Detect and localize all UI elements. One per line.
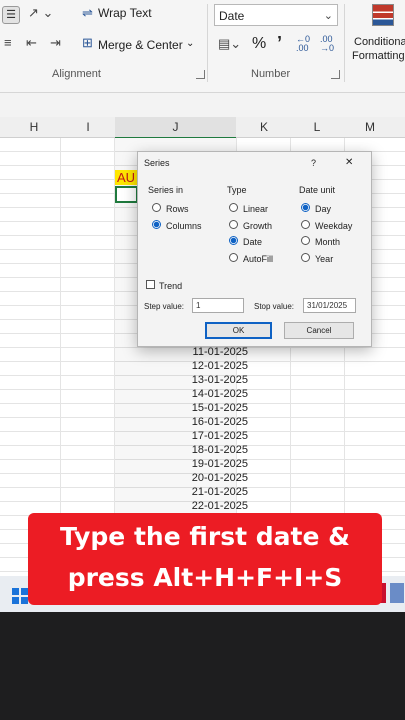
active-cell[interactable] [115, 186, 138, 203]
date-cell[interactable]: 16-01-2025 [160, 415, 248, 429]
comma-style-button[interactable]: ’ [277, 33, 282, 54]
caption-line-2: press Alt+H+F+I+S [67, 563, 343, 592]
ribbon: ☰ ↗ ⌄ ⇌ Wrap Text ≡ ⇤ ⇥ ⊞ Merge & Center… [0, 0, 405, 93]
stop-value-input[interactable]: 31/01/2025 [303, 298, 356, 313]
merge-center-button[interactable]: Merge & Center [98, 38, 183, 52]
linear-label[interactable]: Linear [243, 204, 268, 214]
date-cell[interactable]: 22-01-2025 [160, 499, 248, 513]
increase-decimal-icon[interactable]: ←0.00 [296, 35, 310, 53]
number-launcher-icon[interactable] [331, 70, 340, 79]
decrease-decimal-icon[interactable]: .00 →0 [320, 35, 334, 53]
month-label[interactable]: Month [315, 237, 340, 247]
trend-label[interactable]: Trend [159, 281, 182, 291]
help-icon[interactable]: ? [311, 158, 316, 168]
column-header-i[interactable]: I [74, 120, 102, 134]
column-headers: H I J K L M [0, 117, 405, 139]
growth-label[interactable]: Growth [243, 221, 272, 231]
stop-value-label: Stop value: [254, 302, 295, 311]
linear-radio[interactable] [229, 203, 238, 212]
align-center-icon[interactable]: ≡ [4, 35, 12, 50]
date-column: 11-01-2025 12-01-2025 13-01-2025 14-01-2… [160, 345, 248, 513]
autofill-radio[interactable] [229, 253, 238, 262]
date-cell[interactable]: 21-01-2025 [160, 485, 248, 499]
cancel-button[interactable]: Cancel [284, 322, 354, 339]
merge-dropdown-icon[interactable]: ⌄ [186, 38, 194, 49]
screen-bezel [0, 612, 405, 720]
decrease-indent-icon[interactable]: ⇤ [26, 35, 37, 51]
number-format-dropdown[interactable]: Date ⌄ [214, 4, 338, 26]
percent-style-button[interactable]: % [252, 35, 266, 53]
alignment-group-label: Alignment [52, 68, 101, 80]
caption-line-1: Type the first date & [60, 522, 350, 551]
month-radio[interactable] [301, 236, 310, 245]
formula-bar-area [0, 93, 405, 117]
step-value-label: Step value: [144, 302, 185, 311]
close-icon[interactable]: ✕ [345, 157, 353, 168]
column-header-l[interactable]: L [303, 120, 331, 134]
day-label[interactable]: Day [315, 204, 331, 214]
dialog-title: Series [144, 158, 170, 168]
conditional-formatting-label-1[interactable]: Conditiona [354, 36, 405, 48]
date-cell[interactable]: 15-01-2025 [160, 401, 248, 415]
conditional-formatting-label-2[interactable]: Formatting [352, 50, 405, 62]
column-header-j[interactable]: J [115, 117, 236, 139]
type-label: Type [227, 185, 247, 195]
year-label[interactable]: Year [315, 254, 333, 264]
taskbar-app-icon[interactable] [390, 583, 404, 603]
date-cell[interactable]: 11-01-2025 [160, 345, 248, 359]
group-divider [207, 4, 208, 82]
date-cell[interactable]: 17-01-2025 [160, 429, 248, 443]
windows-start-icon[interactable] [12, 588, 28, 604]
date-label[interactable]: Date [243, 237, 262, 247]
column-header-m[interactable]: M [356, 120, 384, 134]
step-value-input[interactable]: 1 [192, 298, 244, 313]
conditional-formatting-icon[interactable] [372, 4, 394, 26]
weekday-label[interactable]: Weekday [315, 221, 352, 231]
series-dialog: Series ? ✕ Series in Rows Columns Type L… [137, 151, 372, 347]
rows-label[interactable]: Rows [166, 204, 189, 214]
date-cell[interactable]: 19-01-2025 [160, 457, 248, 471]
date-cell[interactable]: 12-01-2025 [160, 359, 248, 373]
series-in-label: Series in [148, 185, 184, 195]
ok-button[interactable]: OK [205, 322, 272, 339]
trend-checkbox[interactable] [146, 280, 155, 289]
orientation-icon[interactable]: ↗ ⌄ [28, 5, 53, 21]
accounting-format-icon[interactable]: ▤⌄ [218, 36, 241, 52]
date-cell[interactable]: 14-01-2025 [160, 387, 248, 401]
autofill-label[interactable]: AutoFill [243, 254, 273, 264]
align-middle-icon[interactable]: ☰ [2, 6, 20, 24]
date-cell[interactable]: 18-01-2025 [160, 443, 248, 457]
column-header-k[interactable]: K [250, 120, 278, 134]
columns-radio[interactable] [152, 220, 161, 229]
chevron-down-icon: ⌄ [323, 10, 333, 22]
wrap-text-button[interactable]: Wrap Text [98, 6, 152, 20]
column-header-h[interactable]: H [20, 120, 48, 134]
date-radio[interactable] [229, 236, 238, 245]
weekday-radio[interactable] [301, 220, 310, 229]
day-radio[interactable] [301, 203, 310, 212]
increase-indent-icon[interactable]: ⇥ [50, 35, 61, 51]
columns-label[interactable]: Columns [166, 221, 202, 231]
highlighted-cell[interactable]: AU [115, 170, 139, 185]
alignment-launcher-icon[interactable] [196, 70, 205, 79]
merge-center-icon: ⊞ [82, 35, 93, 50]
date-cell[interactable]: 20-01-2025 [160, 471, 248, 485]
rows-radio[interactable] [152, 203, 161, 212]
growth-radio[interactable] [229, 220, 238, 229]
number-format-value: Date [219, 9, 245, 23]
group-divider [344, 4, 345, 82]
date-unit-label: Date unit [299, 185, 336, 195]
number-group-label: Number [251, 68, 291, 80]
wrap-text-icon: ⇌ [82, 5, 93, 20]
date-cell[interactable]: 13-01-2025 [160, 373, 248, 387]
tutorial-caption: Type the first date & press Alt+H+F+I+S [28, 513, 382, 605]
year-radio[interactable] [301, 253, 310, 262]
